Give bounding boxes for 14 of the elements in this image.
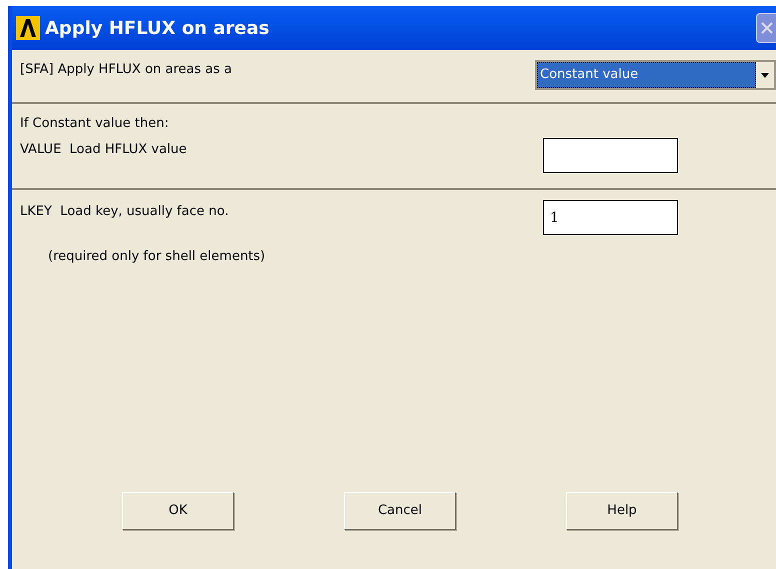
close-icon bbox=[760, 21, 774, 35]
input-field[interactable]: 1 bbox=[543, 200, 678, 235]
section-label: If Constant value then: bbox=[19, 115, 170, 133]
field-label: LKEY Load key, usually face no. bbox=[19, 203, 230, 221]
input-field[interactable] bbox=[543, 138, 678, 172]
dialog-button[interactable]: Help bbox=[566, 492, 678, 530]
field-note: (required only for shell elements) bbox=[47, 248, 266, 266]
app-logo-icon bbox=[16, 16, 40, 40]
field-label: [SFA] Apply HFLUX on areas as a bbox=[19, 61, 233, 79]
window-title: Apply HFLUX on areas bbox=[45, 16, 270, 40]
dialog-button[interactable]: Cancel bbox=[344, 492, 456, 530]
field-label: VALUE Load HFLUX value bbox=[19, 140, 188, 158]
dropdown[interactable]: Constant value bbox=[535, 60, 776, 90]
dialog-button[interactable]: OK bbox=[122, 492, 234, 530]
